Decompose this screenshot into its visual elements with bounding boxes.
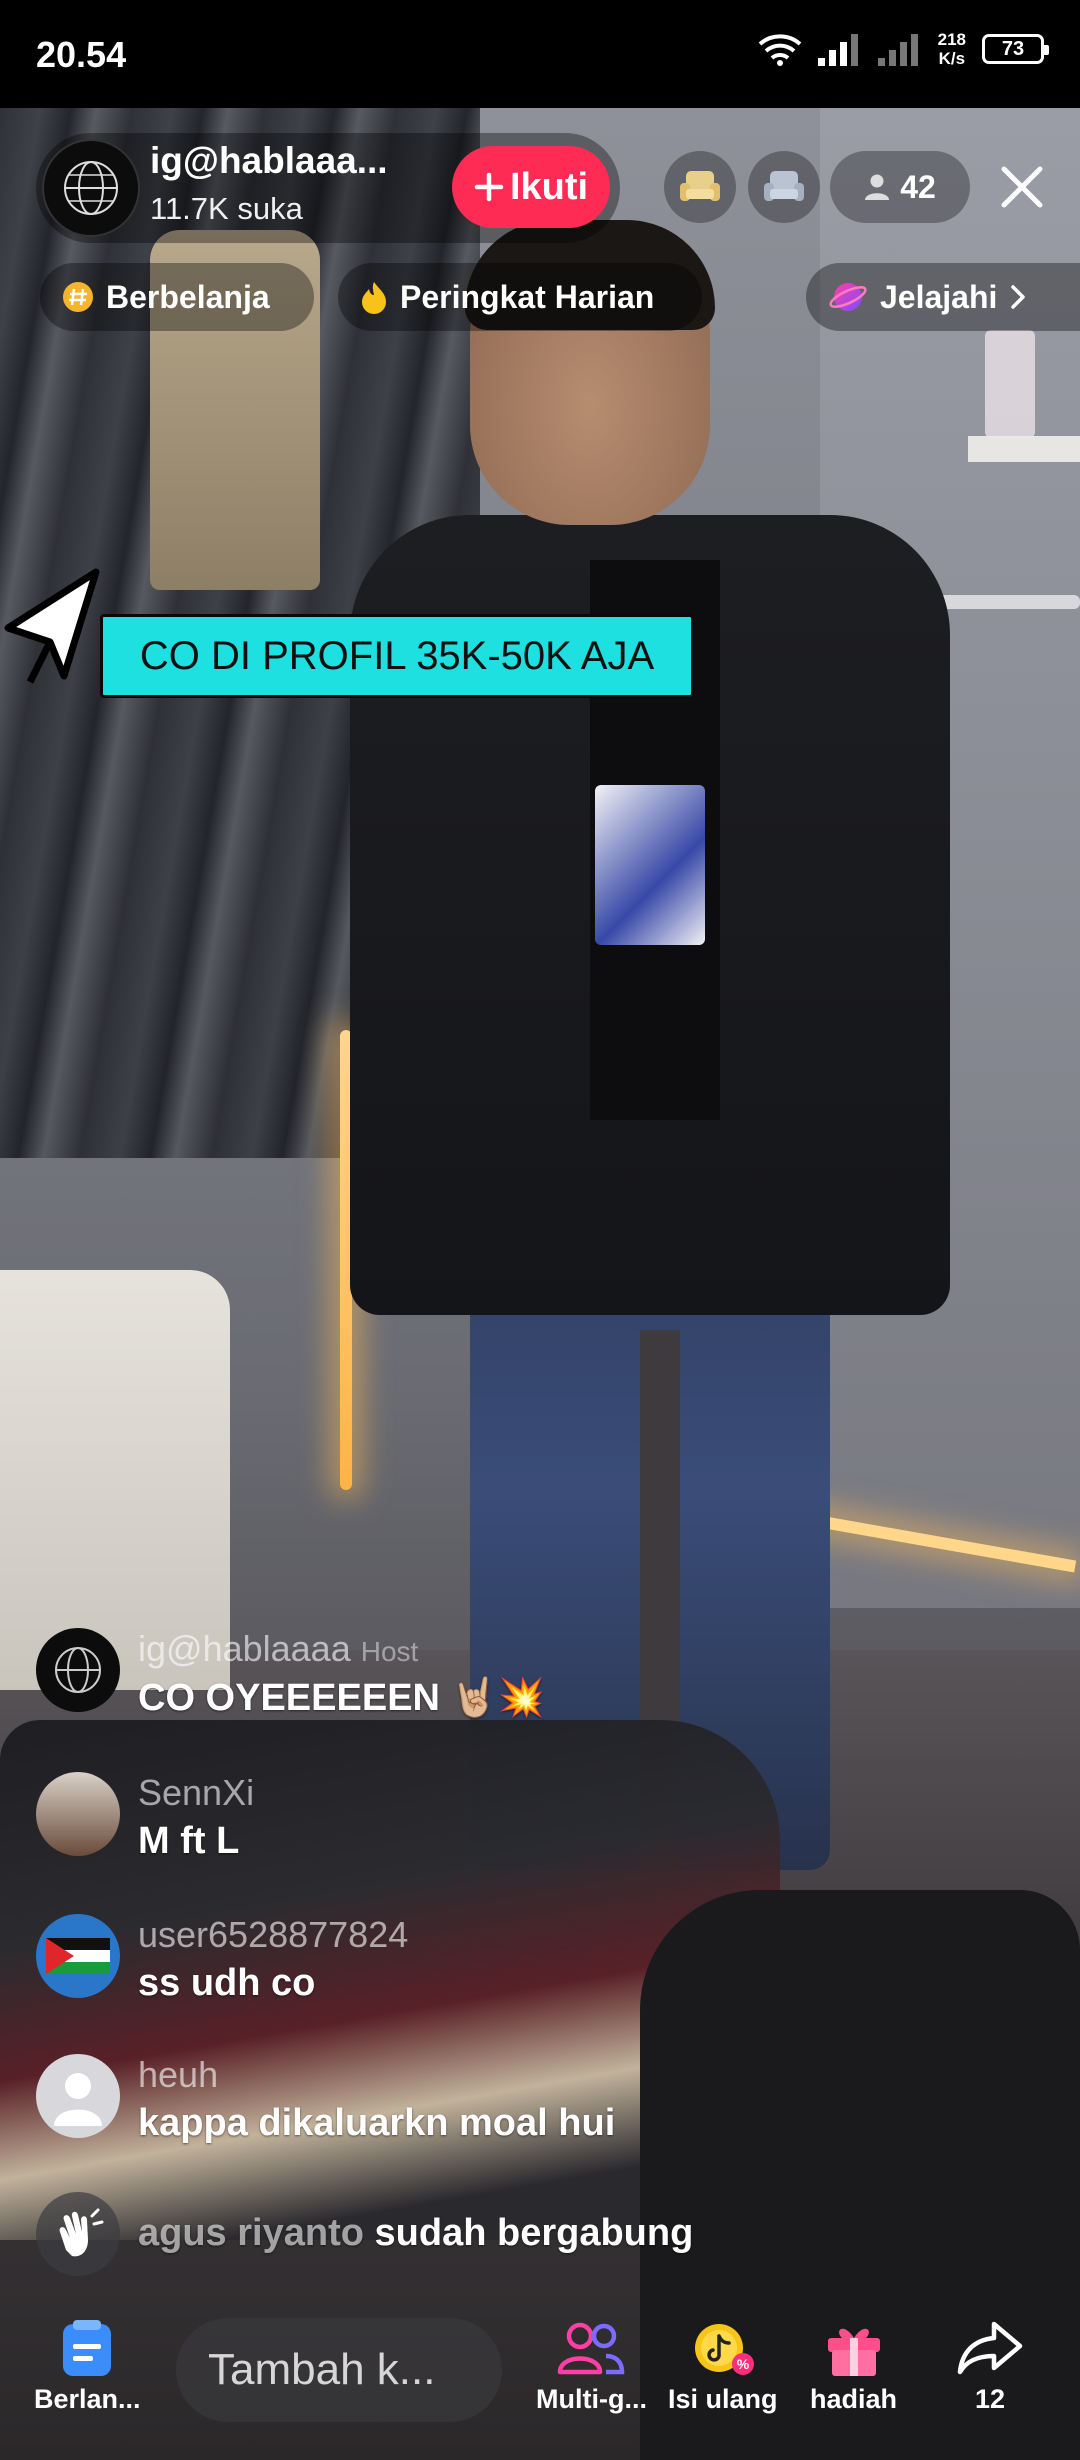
- explore-chip[interactable]: Jelajahi: [806, 263, 1080, 331]
- multi-guest-button[interactable]: Multi-g...: [536, 2318, 647, 2415]
- gift-icon: [827, 2328, 880, 2376]
- comment-avatar[interactable]: [36, 2054, 120, 2138]
- viewer-count[interactable]: 42: [830, 151, 970, 223]
- net-speed: 218 K/s: [938, 30, 966, 68]
- multi-guest-label: Multi-g...: [536, 2384, 647, 2414]
- sofa-icon: [764, 171, 804, 201]
- comment-username: heuh: [138, 2054, 219, 2095]
- join-avatar: [36, 2192, 120, 2276]
- status-icons: 218 K/s 73: [758, 30, 1049, 68]
- share-icon: [957, 2321, 1023, 2375]
- follow-label: Ikuti: [509, 165, 589, 208]
- daily-ranking-label: Peringkat Harian: [400, 278, 655, 315]
- globe-logo-icon: [55, 1647, 101, 1693]
- chevron-right-icon: [1011, 285, 1026, 309]
- join-user: agus riyanto: [138, 2212, 364, 2254]
- status-time: 20.54: [36, 34, 127, 75]
- net-speed-value: 218: [937, 30, 966, 49]
- hashtag-icon: [63, 282, 93, 312]
- share-count: 12: [974, 2384, 1006, 2414]
- waving-hand-icon: [59, 2208, 104, 2257]
- video-vase: [985, 330, 1035, 438]
- wifi-icon: [758, 34, 801, 66]
- flame-icon: [362, 282, 386, 314]
- coin-icon: %: [694, 2324, 754, 2375]
- comment-text: ss udh co: [138, 1962, 316, 2004]
- comment-avatar[interactable]: [36, 1772, 120, 1856]
- comment-username: user6528877824: [138, 1914, 409, 1955]
- net-speed-unit: K/s: [938, 49, 966, 68]
- host-likes: 11.7K suka: [150, 191, 303, 226]
- video-white-jacket: [0, 1270, 230, 1690]
- comment-avatar[interactable]: [36, 1914, 120, 1998]
- globe-logo-icon: [64, 161, 118, 215]
- explore-label: Jelajahi: [880, 278, 998, 315]
- gift-label: hadiah: [810, 2384, 898, 2414]
- person-icon: [865, 174, 890, 200]
- recharge-label: Isi ulang: [668, 2384, 778, 2414]
- comment-placeholder: Tambah k...: [208, 2345, 436, 2394]
- video-tee-print: [595, 785, 705, 945]
- cursor-icon: [4, 568, 100, 684]
- shopping-list-icon: [63, 2320, 112, 2376]
- close-icon: [1001, 166, 1043, 208]
- host-name[interactable]: ig@hablaaa...: [150, 140, 430, 182]
- promo-banner-text: CO DI PROFIL 35K-50K AJA: [139, 633, 655, 678]
- join-message: sudah bergabung: [374, 2212, 694, 2254]
- silver-seat-button[interactable]: [748, 151, 820, 223]
- signal-2-icon: [877, 34, 918, 66]
- sofa-icon: [680, 171, 720, 201]
- comment-input[interactable]: Tambah k...: [176, 2318, 502, 2422]
- comment-avatar[interactable]: [36, 1628, 120, 1712]
- multi-guest-icon: [558, 2322, 625, 2375]
- recharge-button[interactable]: % Isi ulang: [668, 2318, 778, 2415]
- video-shelf: [968, 436, 1080, 462]
- join-text: agus riyanto sudah bergabung: [138, 2212, 693, 2255]
- comment-username-text: ig@hablaaaa: [138, 1628, 351, 1669]
- follow-button[interactable]: Ikuti: [452, 146, 610, 228]
- gold-seat-button[interactable]: [664, 151, 736, 223]
- signal-icon: [817, 34, 858, 66]
- default-avatar-icon: [54, 2073, 102, 2126]
- palestine-flag-icon: [46, 1938, 110, 1974]
- comment-text: M ft L: [138, 1820, 240, 1862]
- shopping-chip-label: Berbelanja: [106, 278, 270, 315]
- plus-icon: [474, 172, 504, 202]
- svg-text:%: %: [737, 2356, 750, 2372]
- status-bar: 20.54 218 K/s 73: [0, 0, 1080, 108]
- planet-icon: [829, 283, 867, 311]
- viewer-count-value: 42: [900, 168, 936, 205]
- gift-button[interactable]: hadiah: [810, 2318, 897, 2415]
- host-avatar[interactable]: [42, 139, 140, 237]
- promo-banner: CO DI PROFIL 35K-50K AJA: [100, 614, 694, 698]
- shop-button[interactable]: Berlan...: [34, 2318, 141, 2415]
- comment-text: CO OYEEEEEEN 🤘🏼💥: [138, 1677, 546, 1719]
- host-tag: Host: [360, 1636, 419, 1667]
- close-button[interactable]: [990, 155, 1054, 219]
- battery-level: 73: [1001, 37, 1025, 60]
- daily-ranking-chip[interactable]: Peringkat Harian: [338, 263, 702, 331]
- shopping-chip[interactable]: Berbelanja: [40, 263, 314, 331]
- comment-username: SennXi: [138, 1772, 255, 1813]
- comment-username: ig@hablaaaa Host: [138, 1628, 418, 1670]
- shop-label: Berlan...: [34, 2384, 141, 2414]
- share-button[interactable]: 12: [954, 2318, 1026, 2415]
- comment-text: kappa dikaluarkn moal hui: [138, 2102, 616, 2144]
- battery-icon: 73: [982, 34, 1049, 64]
